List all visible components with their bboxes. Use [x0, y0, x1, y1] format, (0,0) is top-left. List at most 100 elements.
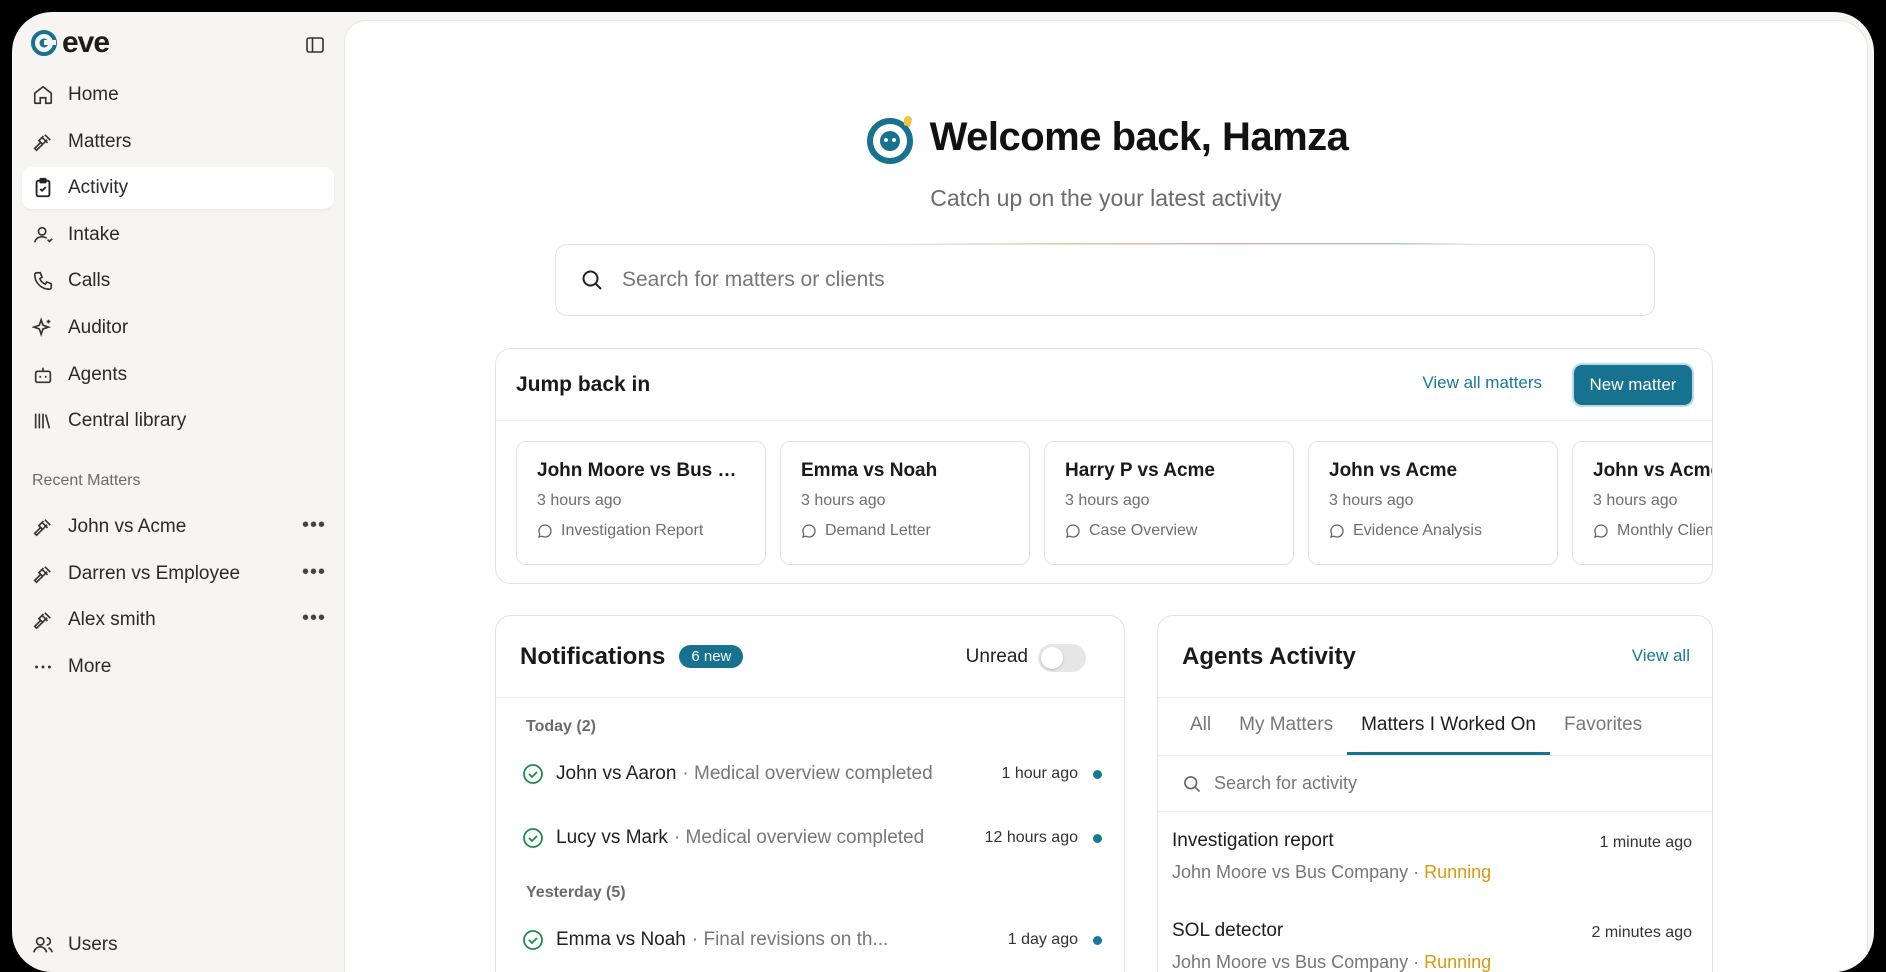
more-options-icon[interactable]: •••	[302, 608, 326, 628]
agents-activity-panel: Agents Activity View all All My Matters …	[1157, 615, 1713, 972]
recent-matter-cards: John Moore vs Bus C... 3 hours ago Inves…	[516, 441, 1713, 565]
search-icon	[582, 270, 602, 290]
check-circle-icon	[523, 828, 543, 848]
nav-label: Intake	[68, 223, 120, 245]
matter-card[interactable]: John vs Acme 3 hours ago Evidence Analys…	[1308, 441, 1558, 565]
check-circle-icon	[523, 764, 543, 784]
matter-search[interactable]	[555, 244, 1655, 316]
nav-item-agents[interactable]: Agents	[22, 354, 334, 396]
activity-item[interactable]: Investigation report John Moore vs Bus C…	[1158, 812, 1712, 902]
notification-time: 12 hours ago	[984, 829, 1078, 846]
more-options-icon[interactable]: •••	[302, 515, 326, 535]
nav-item-intake[interactable]: Intake	[22, 214, 334, 256]
matter-card[interactable]: John Moore vs Bus C... 3 hours ago Inves…	[516, 441, 766, 565]
recent-matters-label: Recent Matters	[32, 472, 141, 489]
activity-item[interactable]: SOL detector John Moore vs Bus Company ·…	[1158, 902, 1712, 972]
nav-label: Matters	[68, 130, 132, 152]
app-window: eve Home Matters Activity Intake Calls A…	[12, 12, 1874, 972]
activity-time: 2 minutes ago	[1591, 924, 1692, 941]
activity-meta: John Moore vs Bus Company · Running	[1172, 862, 1692, 883]
ellipsis-icon	[35, 665, 51, 669]
user-icon	[33, 226, 53, 243]
collapse-sidebar-button[interactable]	[302, 32, 328, 58]
notification-group-label: Today (2)	[526, 718, 596, 735]
main-nav: Home Matters Activity Intake Calls Audit…	[22, 74, 334, 447]
nav-item-users[interactable]: Users	[32, 934, 118, 956]
notification-item[interactable]: Emma vs Noah · Final revisions on th... …	[496, 908, 1124, 972]
unread-dot	[1093, 935, 1102, 945]
matter-card-title: John vs Acme	[1329, 460, 1458, 481]
nav-label: Activity	[68, 177, 129, 199]
notifications-panel: Notifications 6 new Unread Today (2) Joh…	[495, 615, 1125, 972]
sidebar-toggle-icon	[306, 37, 324, 53]
view-all-matters-link[interactable]: View all matters	[1422, 373, 1542, 393]
matter-card-time: 3 hours ago	[1329, 492, 1414, 509]
notification-description: · Medical overview completed	[673, 827, 925, 848]
activity-status: Running	[1424, 862, 1492, 882]
jump-header: Jump back in View all matters New matter	[496, 349, 1712, 421]
document-label: Investigation Report	[561, 522, 704, 539]
recent-matter-item[interactable]: John vs Acme •••	[22, 506, 334, 548]
matter-card-title: Harry P vs Acme	[1065, 460, 1215, 481]
activity-meta: John Moore vs Bus Company · Running	[1172, 952, 1692, 972]
matter-card[interactable]: Harry P vs Acme 3 hours ago Case Overvie…	[1044, 441, 1294, 565]
nav-item-auditor[interactable]: Auditor	[22, 307, 334, 349]
nav-item-matters[interactable]: Matters	[22, 121, 334, 163]
activity-search[interactable]	[1158, 756, 1712, 812]
notification-item[interactable]: Lucy vs Mark · Medical overview complete…	[496, 806, 1124, 870]
notifications-title: Notifications	[520, 642, 666, 670]
recent-matter-item[interactable]: Darren vs Employee •••	[22, 553, 334, 595]
more-options-icon[interactable]: •••	[302, 562, 326, 582]
more-item[interactable]: More	[22, 646, 334, 688]
notification-description: · Final revisions on th...	[691, 929, 889, 950]
unread-label: Unread	[965, 646, 1028, 667]
nav-item-activity[interactable]: Activity	[22, 167, 334, 210]
chat-bubble-icon	[1330, 524, 1344, 538]
new-matter-button[interactable]: New matter	[1574, 365, 1692, 405]
matter-card-document: Demand Letter	[801, 522, 1009, 540]
logo[interactable]: eve	[30, 26, 110, 60]
view-all-activity-link[interactable]: View all	[1632, 646, 1690, 666]
phone-icon	[33, 272, 53, 291]
notification-item[interactable]: John vs Aaron · Medical overview complet…	[496, 742, 1124, 806]
notification-matter: Emma vs Noah	[556, 929, 686, 950]
unread-dot	[1093, 769, 1102, 779]
new-count-badge: 6 new	[679, 645, 744, 668]
nav-item-home[interactable]: Home	[22, 74, 334, 116]
matter-card-time: 3 hours ago	[1593, 492, 1678, 509]
nav-label: Central library	[68, 410, 187, 432]
recent-matter-item[interactable]: Alex smith •••	[22, 599, 334, 641]
tab-favorites[interactable]: Favorites	[1550, 698, 1656, 755]
document-label: Case Overview	[1089, 522, 1198, 539]
library-icon	[34, 413, 51, 429]
agents-header: Agents Activity View all	[1158, 616, 1712, 698]
sparkle-icon	[32, 317, 52, 337]
users-icon	[33, 936, 53, 953]
activity-status: Running	[1424, 952, 1492, 972]
agents-title: Agents Activity	[1182, 642, 1356, 670]
unread-toggle[interactable]	[1038, 644, 1086, 672]
activity-matter: John Moore vs Bus Company ·	[1172, 952, 1420, 972]
matter-card[interactable]: Emma vs Noah 3 hours ago Demand Letter	[780, 441, 1030, 565]
notification-group-label: Yesterday (5)	[526, 884, 626, 901]
matter-card-document: Monthly Client	[1593, 522, 1713, 540]
nav-item-calls[interactable]: Calls	[22, 260, 334, 302]
eve-mascot-icon	[864, 109, 920, 165]
nav-label: Home	[68, 84, 119, 105]
activity-tabs: All My Matters Matters I Worked On Favor…	[1158, 698, 1712, 756]
tab-all[interactable]: All	[1176, 698, 1225, 755]
search-input[interactable]	[622, 268, 1522, 292]
activity-search-input[interactable]	[1214, 773, 1614, 794]
notification-matter: John vs Aaron	[556, 763, 677, 784]
app-name: eve	[62, 26, 110, 59]
recent-matter-label: John vs Acme	[68, 516, 187, 537]
tab-my-matters[interactable]: My Matters	[1225, 698, 1347, 755]
document-label: Monthly Client	[1617, 522, 1713, 539]
nav-label: Calls	[68, 270, 111, 292]
recent-matter-label: Alex smith	[68, 609, 156, 631]
matter-card[interactable]: John vs Acme 3 hours ago Monthly Client	[1572, 441, 1713, 565]
users-label: Users	[68, 934, 118, 955]
nav-item-central-library[interactable]: Central library	[22, 400, 334, 442]
more-label: More	[68, 655, 112, 677]
tab-matters-i-worked-on[interactable]: Matters I Worked On	[1347, 698, 1551, 755]
